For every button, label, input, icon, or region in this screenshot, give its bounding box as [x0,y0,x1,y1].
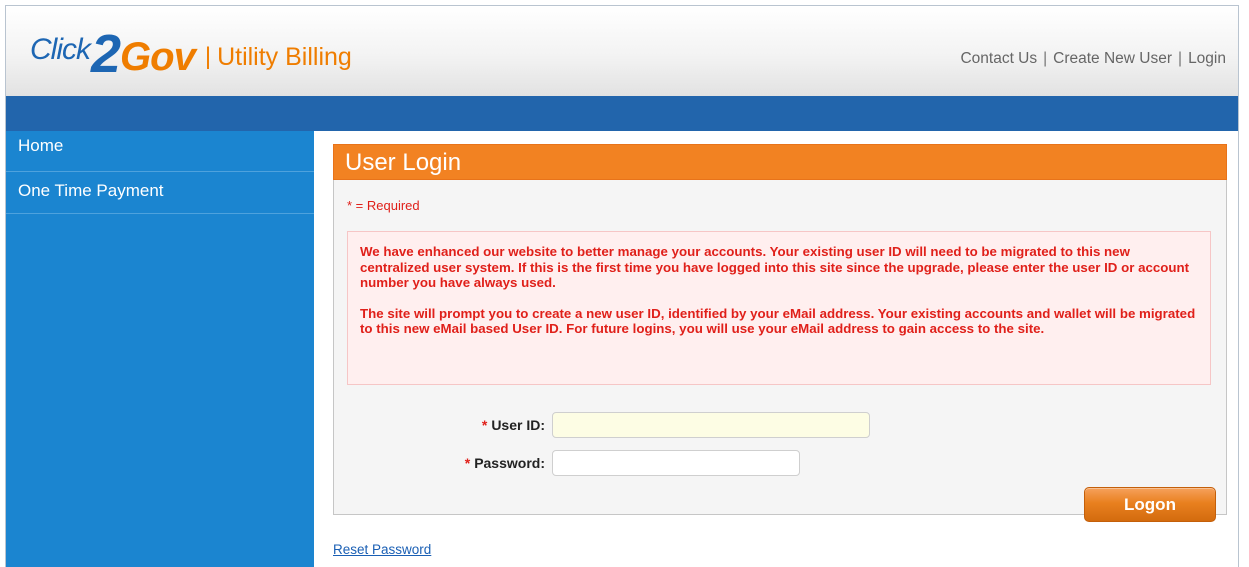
required-star: * [464,455,471,471]
app-frame: Click 2 Gov | Utility Billing Contact Us… [5,5,1239,567]
logo-separator: | [204,43,212,70]
required-note: * = Required [347,198,420,213]
sidebar: Home One Time Payment [6,131,314,567]
link-separator: | [1043,50,1048,67]
logon-button[interactable]: Logon [1084,487,1216,522]
user-id-row: * User ID: [334,412,1226,438]
required-star: * [481,417,488,433]
notice-paragraph: The site will prompt you to create a new… [360,305,1196,337]
header-links: Contact Us | Create New User | Login [960,50,1226,68]
create-new-user-link[interactable]: Create New User [1053,50,1172,67]
nav-bar [6,96,1238,131]
link-separator: | [1178,50,1183,67]
migration-notice: We have enhanced our website to better m… [347,231,1211,385]
user-id-label: * User ID: [482,417,545,433]
sidebar-item-home[interactable]: Home [6,131,314,172]
password-label: * Password: [465,455,545,471]
logo-click-text: Click [30,33,91,66]
sidebar-item-one-time-payment[interactable]: One Time Payment [6,172,314,214]
login-link[interactable]: Login [1188,50,1226,67]
password-label-text: Password: [474,455,545,471]
login-panel: * = Required We have enhanced our websit… [333,180,1227,522]
password-row: * Password: [334,450,1226,476]
logo-two-text: 2 [91,24,121,84]
notice-paragraph: We have enhanced our website to better m… [360,244,1190,290]
click2gov-logo: Click 2 Gov | Utility Billing [30,21,352,81]
password-input[interactable] [552,450,800,476]
site-header: Click 2 Gov | Utility Billing Contact Us… [6,6,1238,96]
reset-password-link[interactable]: Reset Password [333,542,431,557]
product-name: Utility Billing [217,43,352,71]
user-id-label-text: User ID: [491,417,545,433]
panel-title: User Login [333,144,1227,180]
logo-gov-text: Gov [120,35,196,79]
contact-us-link[interactable]: Contact Us [960,50,1037,67]
main-content: User Login * = Required We have enhanced… [333,144,1227,557]
user-id-input[interactable] [552,412,870,438]
